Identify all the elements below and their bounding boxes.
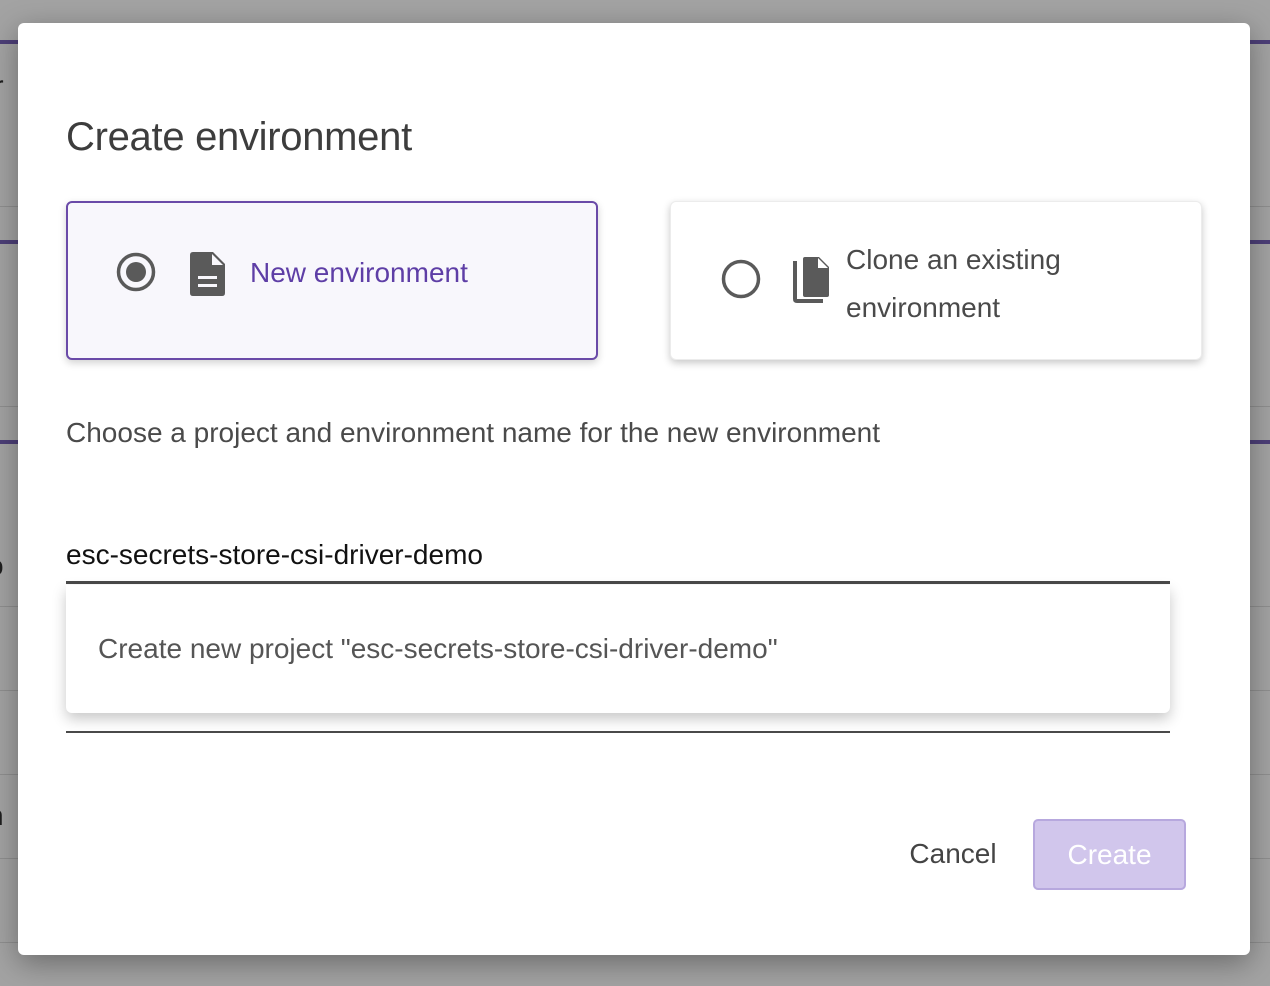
instruction-text: Choose a project and environment name fo… (66, 417, 881, 448)
new-environment-label: New environment (250, 257, 468, 288)
background-accent-line (1250, 240, 1270, 244)
background-accent-line (0, 240, 20, 244)
document-icon (190, 252, 225, 296)
create-button[interactable]: Create (1033, 819, 1186, 890)
background-text-fragment: ir (0, 70, 4, 102)
background-accent-line (0, 40, 20, 44)
background-text-fragment: o (0, 550, 4, 582)
clone-environment-option[interactable]: Clone an existing environment (670, 201, 1202, 360)
create-environment-dialog: Create environment New environment Clone… (18, 23, 1250, 955)
environment-name-field[interactable] (66, 731, 1170, 733)
copy-documents-icon (793, 257, 829, 303)
background-accent-line (1250, 440, 1270, 444)
project-suggestions-dropdown: Create new project "esc-secrets-store-cs… (66, 585, 1170, 713)
create-new-project-option[interactable]: Create new project "esc-secrets-store-cs… (98, 629, 778, 669)
background-text-fragment: n (0, 800, 4, 832)
radio-unselected-icon[interactable] (721, 259, 761, 299)
cancel-button[interactable]: Cancel (888, 819, 1018, 889)
background-accent-line (1250, 40, 1270, 44)
new-environment-option[interactable]: New environment (66, 201, 598, 360)
background-accent-line (0, 440, 20, 444)
clone-environment-label: Clone an existing environment (846, 244, 1061, 323)
radio-selected-icon[interactable] (116, 252, 156, 292)
project-name-input[interactable] (66, 529, 1170, 584)
dialog-title: Create environment (66, 115, 412, 159)
